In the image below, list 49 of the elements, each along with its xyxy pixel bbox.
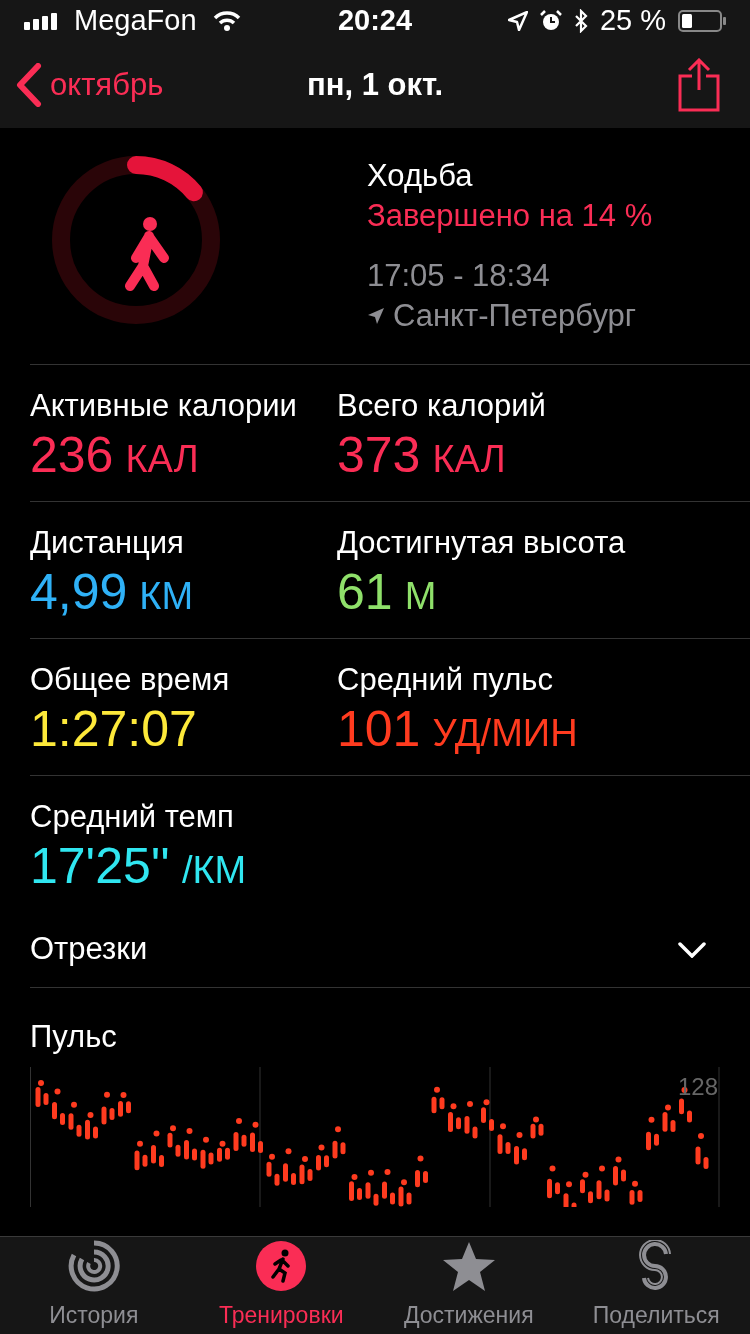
stat-value: 1:27:07 [30,700,197,759]
axis-max-label: 128 [677,1071,718,1102]
tab-item[interactable]: История [0,1237,188,1334]
chart-title: Пульс [30,1019,117,1054]
location-text: Санкт-Петербург [393,297,637,335]
stat-unit: УД/МИН [432,711,578,756]
stat-label: Средний темп [30,798,235,836]
share-icon [678,58,720,112]
tab-item[interactable]: Достижения [375,1237,563,1334]
stat-unit: /КМ [181,848,247,893]
activity-rings-icon [67,1239,120,1292]
wifi-icon [212,11,241,31]
stat-label: Достигнутая высота [337,524,627,562]
location-arrow-icon [507,11,528,31]
battery-percent: 25 % [599,3,666,39]
stat-label: Дистанция [30,524,185,562]
tab-item[interactable]: Тренировки [187,1237,375,1334]
stat-value: 61 [337,563,393,622]
stat-label: Всего калорий [337,387,547,425]
location-arrow-icon [367,307,385,325]
workout-name: Ходьба [367,157,474,195]
alarm-icon [539,10,562,32]
back-button[interactable]: октябрь [16,61,164,109]
stat-value: 4,99 [30,563,128,622]
stat-value: 236 [30,426,114,485]
stat-value: 101 [337,700,421,759]
nav-title: пн, 1 окт. [306,66,444,102]
stat-unit: КМ [139,574,194,619]
stat-label: Общее время [30,661,231,699]
stat-unit: КАЛ [432,437,506,482]
time-range: 17:05 - 18:34 [367,257,551,295]
stat-unit: М [404,574,437,619]
stat-label: Средний пульс [337,661,554,699]
stat-value: 17'25'' [30,837,170,896]
share-button[interactable] [678,58,720,112]
clock-time: 20:24 [337,4,413,37]
carrier-name: MegaFon [74,3,197,39]
completion-text: Завершено на 14 % [367,197,653,235]
bluetooth-icon [573,9,588,33]
stat-value: 373 [337,426,421,485]
battery-icon [678,10,726,32]
splits-label: Отрезки [30,930,149,969]
tab-item[interactable]: Поделиться [562,1237,750,1334]
chevron-left-icon [16,63,42,107]
stat-label: Активные калории [30,387,298,425]
chevron-down-icon[interactable] [678,941,706,958]
stat-unit: КАЛ [125,437,199,482]
walking-figure-icon [125,217,169,291]
running-figure-icon [255,1239,308,1292]
